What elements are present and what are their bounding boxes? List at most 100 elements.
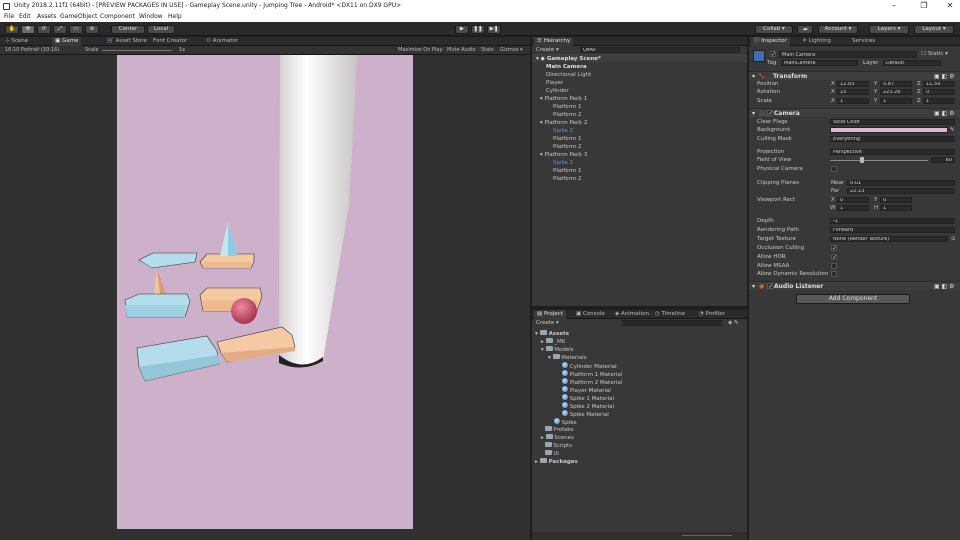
- rotation-x-field[interactable]: 15: [837, 89, 869, 95]
- material-item[interactable]: Platform 2 Material: [562, 378, 622, 386]
- account-button[interactable]: Account ▾: [818, 25, 858, 34]
- hierarchy-create-button[interactable]: Create ▾: [536, 46, 559, 54]
- active-checkbox[interactable]: ✓: [770, 51, 776, 58]
- scale-x-field[interactable]: 1: [837, 98, 869, 104]
- tab-services[interactable]: Services: [849, 37, 878, 46]
- tab-project[interactable]: ▤ Project: [534, 310, 566, 319]
- menu-assets[interactable]: Assets: [37, 12, 57, 22]
- hierarchy-item[interactable]: ▾ Platform Pack 3: [540, 151, 587, 159]
- hierarchy-item[interactable]: Player: [546, 79, 563, 87]
- rotate-tool-icon[interactable]: ⟳: [37, 25, 51, 34]
- tag-dropdown[interactable]: MainCamera: [781, 60, 858, 66]
- camera-enabled-checkbox[interactable]: ✓: [767, 110, 773, 117]
- clear-flags-dropdown[interactable]: Solid Color: [830, 119, 955, 125]
- project-folder[interactable]: ▸ Packages: [535, 458, 578, 466]
- project-create-button[interactable]: Create ▾: [536, 319, 559, 327]
- audio-listener-header[interactable]: ▾ ◉ ✓ Audio Listener ▣ ◧ ⚙: [749, 281, 960, 290]
- display-dropdown[interactable]: 16:10 Portrait (10:16): [2, 46, 62, 55]
- project-folder[interactable]: ▸ Scenes: [541, 434, 574, 442]
- tab-inspector[interactable]: ⓘ Inspector: [751, 37, 790, 46]
- tab-profiler[interactable]: ◔ Profiler: [696, 310, 728, 319]
- viewport-h-field[interactable]: 1: [880, 205, 912, 211]
- project-folder[interactable]: ▾ Assets: [535, 330, 569, 338]
- position-x-field[interactable]: 12.83: [837, 81, 869, 87]
- hierarchy-item[interactable]: Platform 1: [553, 167, 581, 175]
- mesh-item[interactable]: Spike: [554, 418, 577, 426]
- object-name-field[interactable]: Main Camera: [779, 51, 917, 58]
- hierarchy-item[interactable]: Spike 2: [553, 127, 573, 135]
- transform-tool-icon[interactable]: ⊕: [85, 25, 99, 34]
- scale-tool-icon[interactable]: ⤢: [53, 25, 67, 34]
- scale-y-field[interactable]: 1: [880, 98, 912, 104]
- game-view[interactable]: [0, 55, 530, 540]
- menu-file[interactable]: File: [4, 12, 14, 22]
- hierarchy-item[interactable]: Platform 2: [553, 175, 581, 183]
- collab-button[interactable]: Collab ▾: [755, 25, 793, 34]
- allow-hdr-checkbox[interactable]: ✓: [831, 254, 837, 261]
- allow-dynamic-resolution-checkbox[interactable]: [831, 271, 837, 277]
- add-component-button[interactable]: Add Component: [796, 294, 910, 304]
- tab-console[interactable]: ▣ Console: [573, 310, 608, 319]
- material-item[interactable]: Spike Material: [562, 410, 609, 418]
- audio-listener-enabled-checkbox[interactable]: ✓: [767, 283, 773, 290]
- maximize-on-play-button[interactable]: Maximize On Play: [395, 46, 445, 55]
- pivot-center-button[interactable]: Center: [111, 25, 145, 34]
- icon-size-slider[interactable]: [682, 535, 732, 536]
- project-folder[interactable]: ▾ Materials: [548, 354, 586, 362]
- tab-animator[interactable]: ⚇ Animator: [203, 37, 241, 46]
- background-color-swatch[interactable]: [830, 127, 948, 133]
- project-folder[interactable]: Scripts: [541, 442, 572, 450]
- space-local-button[interactable]: Local: [147, 25, 175, 34]
- component-menu-icon[interactable]: ▣ ◧ ⚙: [934, 109, 955, 118]
- minimize-button[interactable]: –: [884, 0, 904, 12]
- layer-dropdown[interactable]: Default: [883, 60, 941, 66]
- rect-tool-icon[interactable]: ▭: [69, 25, 83, 34]
- projection-dropdown[interactable]: Perspective: [830, 149, 955, 155]
- menu-help[interactable]: Help: [168, 12, 182, 22]
- hierarchy-search-input[interactable]: Q▾All: [580, 47, 740, 53]
- fov-slider-track[interactable]: [830, 160, 928, 161]
- camera-header[interactable]: ▾ 🎥 ✓ Camera ▣ ◧ ⚙: [749, 108, 960, 117]
- hierarchy-item[interactable]: Platform 2: [553, 143, 581, 151]
- menu-gameobject[interactable]: GameObject: [60, 12, 97, 22]
- menu-component[interactable]: Component: [100, 12, 135, 22]
- fov-value-field[interactable]: 60: [931, 157, 955, 163]
- project-folder[interactable]: Prefabs: [541, 426, 574, 434]
- viewport-w-field[interactable]: 1: [837, 205, 869, 211]
- project-search-input[interactable]: [622, 320, 722, 326]
- viewport-y-field[interactable]: 0: [880, 197, 912, 203]
- mute-audio-button[interactable]: Mute Audio: [444, 46, 478, 55]
- tab-game[interactable]: ▣ Game: [52, 37, 82, 46]
- play-icon[interactable]: ▶: [455, 25, 469, 34]
- hierarchy-item[interactable]: Cylinder: [546, 87, 569, 95]
- transform-header[interactable]: ▾ ⤡ Transform ▣ ◧ ⚙: [749, 71, 960, 80]
- tab-timeline[interactable]: ◷ Timeline: [652, 310, 688, 319]
- object-picker-icon[interactable]: ⊙: [951, 235, 956, 243]
- depth-field[interactable]: -1: [830, 218, 955, 224]
- hierarchy-item[interactable]: Directional Light: [546, 71, 591, 79]
- gizmos-button[interactable]: Gizmos ▾: [497, 46, 526, 55]
- hand-tool-icon[interactable]: ✋: [5, 25, 19, 34]
- tab-hierarchy[interactable]: ☰ Hierarchy: [534, 37, 574, 46]
- hierarchy-item[interactable]: Platform 2: [553, 111, 581, 119]
- layers-button[interactable]: Layers ▾: [869, 25, 909, 34]
- hierarchy-item[interactable]: ▾ Platform Pack 2: [540, 119, 587, 127]
- scale-z-field[interactable]: 1: [923, 98, 955, 104]
- tab-asset-store[interactable]: 🛒 Asset Store: [104, 37, 150, 46]
- near-field[interactable]: 0.01: [847, 180, 955, 186]
- step-icon[interactable]: ▶❚: [487, 25, 501, 34]
- hierarchy-item[interactable]: ▾ Platform Pack 1: [540, 95, 587, 103]
- rendering-path-dropdown[interactable]: Forward: [830, 227, 955, 233]
- static-dropdown[interactable]: ☐ Static ▾: [921, 50, 948, 58]
- eyedropper-icon[interactable]: ✎: [950, 126, 955, 134]
- tab-scene[interactable]: ⊹ Scene: [2, 37, 31, 46]
- project-folder[interactable]: ▸ _MK: [541, 338, 565, 346]
- component-menu-icon[interactable]: ▣ ◧ ⚙: [934, 282, 955, 291]
- tab-font-creator[interactable]: Font Creator: [150, 37, 190, 46]
- material-item[interactable]: Platform 1 Material: [562, 370, 622, 378]
- position-z-field[interactable]: 11.59: [923, 81, 955, 87]
- material-item[interactable]: Spike 2 Material: [562, 402, 614, 410]
- stats-button[interactable]: Stats: [478, 46, 497, 55]
- layout-button[interactable]: Layout ▾: [914, 25, 954, 34]
- material-item[interactable]: Player Material: [562, 386, 611, 394]
